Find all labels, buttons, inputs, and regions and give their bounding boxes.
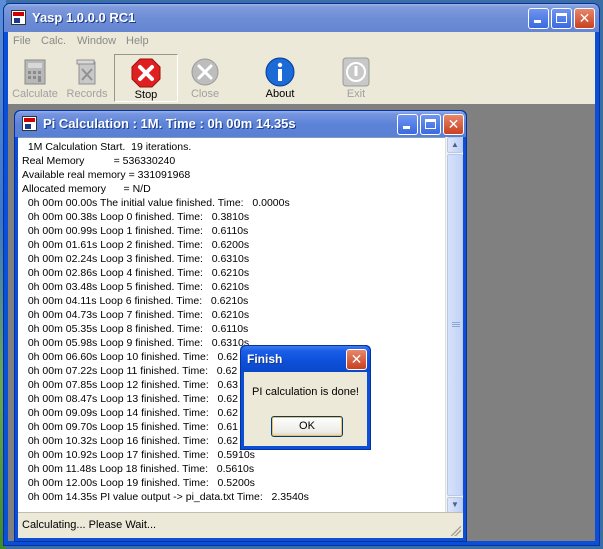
child-minimize-button[interactable] xyxy=(397,114,418,135)
menu-calc[interactable]: Calc. xyxy=(41,35,66,47)
log-line: 0h 00m 04.11s Loop 6 finished. Time: 0.6… xyxy=(22,295,249,307)
log-line: 0h 00m 07.85s Loop 12 finished. Time: 0.… xyxy=(22,379,238,391)
child-app-icon[interactable] xyxy=(22,116,37,131)
log-line: 0h 00m 10.92s Loop 17 finished. Time: 0.… xyxy=(22,449,255,461)
toolbar: Calculate Records Stop Close About Exit xyxy=(8,52,595,104)
scroll-down-button[interactable]: ▼ xyxy=(447,497,463,513)
status-bar: Calculating... Please Wait... xyxy=(18,512,463,538)
exit-label: Exit xyxy=(346,88,366,100)
log-line: 0h 00m 10.32s Loop 16 finished. Time: 0.… xyxy=(22,435,238,447)
dialog-titlebar[interactable]: Finish ✕ xyxy=(241,346,370,372)
log-line: 1M Calculation Start. 19 iterations. xyxy=(22,141,192,153)
close-icon: ✕ xyxy=(447,116,460,132)
dialog-client: PI calculation is done! OK xyxy=(244,372,367,446)
calculate-icon xyxy=(24,59,46,85)
log-line: 0h 00m 11.48s Loop 18 finished. Time: 0.… xyxy=(22,463,255,475)
log-line: 0h 00m 00.99s Loop 1 finished. Time: 0.6… xyxy=(22,225,249,237)
stop-label: Stop xyxy=(134,89,158,101)
log-line: 0h 00m 06.60s Loop 10 finished. Time: 0.… xyxy=(22,351,238,363)
exit-button[interactable]: Exit xyxy=(324,54,388,102)
records-icon xyxy=(76,59,96,85)
maximize-icon xyxy=(556,13,567,23)
menubar: File Calc. Window Help xyxy=(8,32,595,52)
log-scrollbar[interactable]: ▲ ▼ xyxy=(445,137,463,513)
close-window-button[interactable]: ✕ xyxy=(574,8,595,29)
log-line: 0h 00m 05.98s Loop 9 finished. Time: 0.6… xyxy=(22,337,250,349)
log-line: 0h 00m 00.38s Loop 0 finished. Time: 0.3… xyxy=(22,211,250,223)
menu-file[interactable]: File xyxy=(13,35,31,47)
log-line: 0h 00m 01.61s Loop 2 finished. Time: 0.6… xyxy=(22,239,250,251)
calculation-log[interactable]: 1M Calculation Start. 19 iterations. Real… xyxy=(18,137,445,513)
child-window-title: Pi Calculation : 1M. Time : 0h 00m 14.35… xyxy=(43,116,296,131)
log-line: 0h 00m 12.00s Loop 19 finished. Time: 0.… xyxy=(22,477,255,489)
log-line: 0h 00m 02.24s Loop 3 finished. Time: 0.6… xyxy=(22,253,250,265)
child-close-button[interactable]: ✕ xyxy=(443,114,464,135)
log-line: Allocated memory = N/D xyxy=(22,183,151,195)
scroll-up-button[interactable]: ▲ xyxy=(447,137,463,153)
maximize-button[interactable] xyxy=(551,8,572,29)
about-label: About xyxy=(265,88,295,100)
log-line: 0h 00m 00.00s The initial value finished… xyxy=(22,197,290,209)
log-line: 0h 00m 03.48s Loop 5 finished. Time: 0.6… xyxy=(22,281,250,293)
ok-button[interactable]: OK xyxy=(271,416,343,437)
log-line: 0h 00m 14.35s PI value output -> pi_data… xyxy=(22,491,309,503)
minimize-button[interactable] xyxy=(528,8,549,29)
pi-calculation-window: Pi Calculation : 1M. Time : 0h 00m 14.35… xyxy=(14,110,467,542)
main-titlebar[interactable]: Yasp 1.0.0.0 RC1 ✕ xyxy=(4,4,599,32)
close-icon: ✕ xyxy=(578,10,591,26)
info-icon xyxy=(265,57,295,87)
grip-icon xyxy=(452,322,460,328)
dialog-title: Finish xyxy=(247,352,283,366)
stop-button[interactable]: Stop xyxy=(114,54,178,102)
main-client: File Calc. Window Help Calculate Records… xyxy=(8,32,595,542)
records-button[interactable]: Records xyxy=(55,54,119,102)
stop-icon xyxy=(131,58,161,88)
log-line: 0h 00m 07.22s Loop 11 finished. Time: 0.… xyxy=(22,365,238,377)
exit-icon xyxy=(342,57,370,87)
close-x-icon xyxy=(191,58,219,86)
log-line: 0h 00m 04.73s Loop 7 finished. Time: 0.6… xyxy=(22,309,250,321)
log-line: 0h 00m 09.70s Loop 15 finished. Time: 0.… xyxy=(22,421,238,433)
app-icon[interactable] xyxy=(11,10,26,25)
child-titlebar[interactable]: Pi Calculation : 1M. Time : 0h 00m 14.35… xyxy=(15,111,466,137)
minimize-icon xyxy=(403,126,410,129)
log-line: 0h 00m 02.86s Loop 4 finished. Time: 0.6… xyxy=(22,267,250,279)
scroll-thumb[interactable] xyxy=(447,154,463,496)
log-line: Available real memory = 331091968 xyxy=(22,169,191,181)
window-title: Yasp 1.0.0.0 RC1 xyxy=(32,10,136,25)
chevron-up-icon: ▲ xyxy=(451,140,459,149)
log-line: 0h 00m 09.09s Loop 14 finished. Time: 0.… xyxy=(22,407,238,419)
log-line: Real Memory = 536330240 xyxy=(22,155,176,167)
close-button[interactable]: Close xyxy=(173,54,237,102)
chevron-down-icon: ▼ xyxy=(451,500,459,509)
log-line: 0h 00m 08.47s Loop 13 finished. Time: 0.… xyxy=(22,393,238,405)
maximize-icon xyxy=(425,119,436,129)
finish-dialog: Finish ✕ PI calculation is done! OK xyxy=(240,345,371,450)
minimize-icon xyxy=(534,20,541,23)
close-icon: ✕ xyxy=(350,351,363,367)
about-button[interactable]: About xyxy=(248,54,312,102)
menu-help[interactable]: Help xyxy=(126,35,149,47)
dialog-message: PI calculation is done! xyxy=(251,386,359,398)
main-window: Yasp 1.0.0.0 RC1 ✕ File Calc. Window Hel… xyxy=(3,3,600,546)
close-label: Close xyxy=(190,88,220,100)
dialog-close-button[interactable]: ✕ xyxy=(346,349,367,370)
log-line: 0h 00m 05.35s Loop 8 finished. Time: 0.6… xyxy=(22,323,249,335)
resize-grip-icon[interactable] xyxy=(451,526,461,536)
records-label: Records xyxy=(66,88,108,100)
child-maximize-button[interactable] xyxy=(420,114,441,135)
mdi-workspace: Pi Calculation : 1M. Time : 0h 00m 14.35… xyxy=(8,104,595,542)
status-text: Calculating... Please Wait... xyxy=(22,519,157,531)
menu-window[interactable]: Window xyxy=(77,35,116,47)
child-client: 1M Calculation Start. 19 iterations. Real… xyxy=(18,137,463,538)
